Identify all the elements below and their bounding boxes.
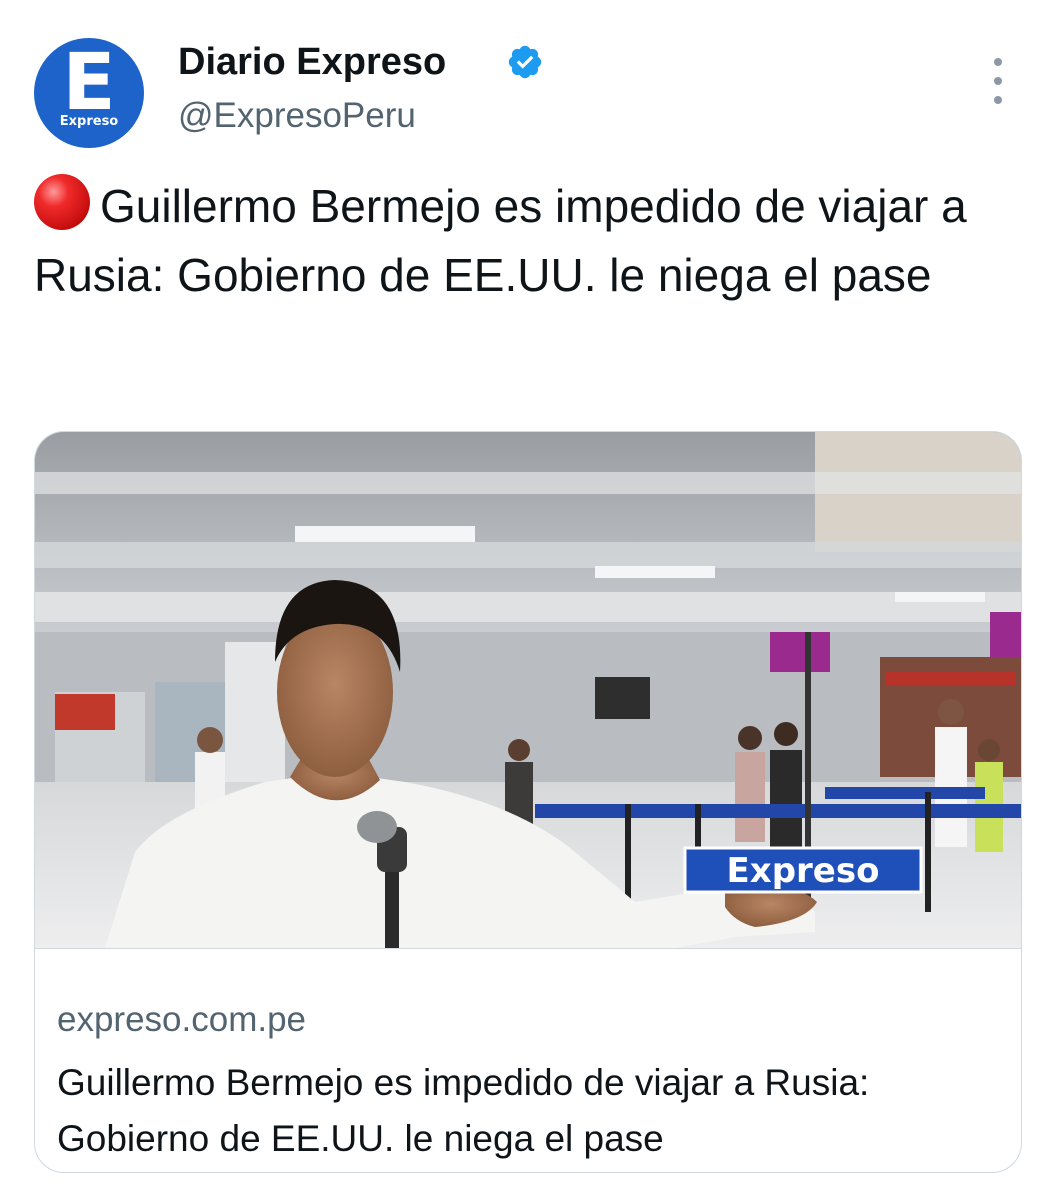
dot	[994, 77, 1002, 85]
more-options-icon[interactable]	[984, 58, 1012, 104]
tweet: E Expreso Diario Expreso @ExpresoPeru Gu…	[0, 0, 1052, 1200]
link-card[interactable]: Expreso expreso.com.pe Guillermo Bermejo…	[34, 431, 1022, 1173]
avatar-logo-letter: E	[62, 38, 116, 128]
avatar-logo-word: Expreso	[59, 114, 119, 129]
red-circle-icon	[34, 174, 90, 230]
dot	[994, 58, 1002, 66]
display-name[interactable]: Diario Expreso	[178, 40, 446, 84]
dot	[994, 96, 1002, 104]
handle[interactable]: @ExpresoPeru	[178, 95, 416, 137]
avatar[interactable]: E Expreso	[34, 38, 144, 148]
card-image-watermark: Expreso	[727, 851, 880, 891]
card-domain: expreso.com.pe	[57, 1000, 307, 1039]
tweet-text-content: Guillermo Bermejo es impedido de viajar …	[34, 180, 967, 301]
tweet-text: Guillermo Bermejo es impedido de viajar …	[34, 172, 1019, 310]
verified-badge-icon	[508, 45, 542, 79]
card-info[interactable]: expreso.com.pe Guillermo Bermejo es impe…	[35, 948, 1021, 1172]
card-title: Guillermo Bermejo es impedido de viajar …	[57, 1062, 870, 1159]
card-image[interactable]: Expreso	[35, 432, 1021, 948]
